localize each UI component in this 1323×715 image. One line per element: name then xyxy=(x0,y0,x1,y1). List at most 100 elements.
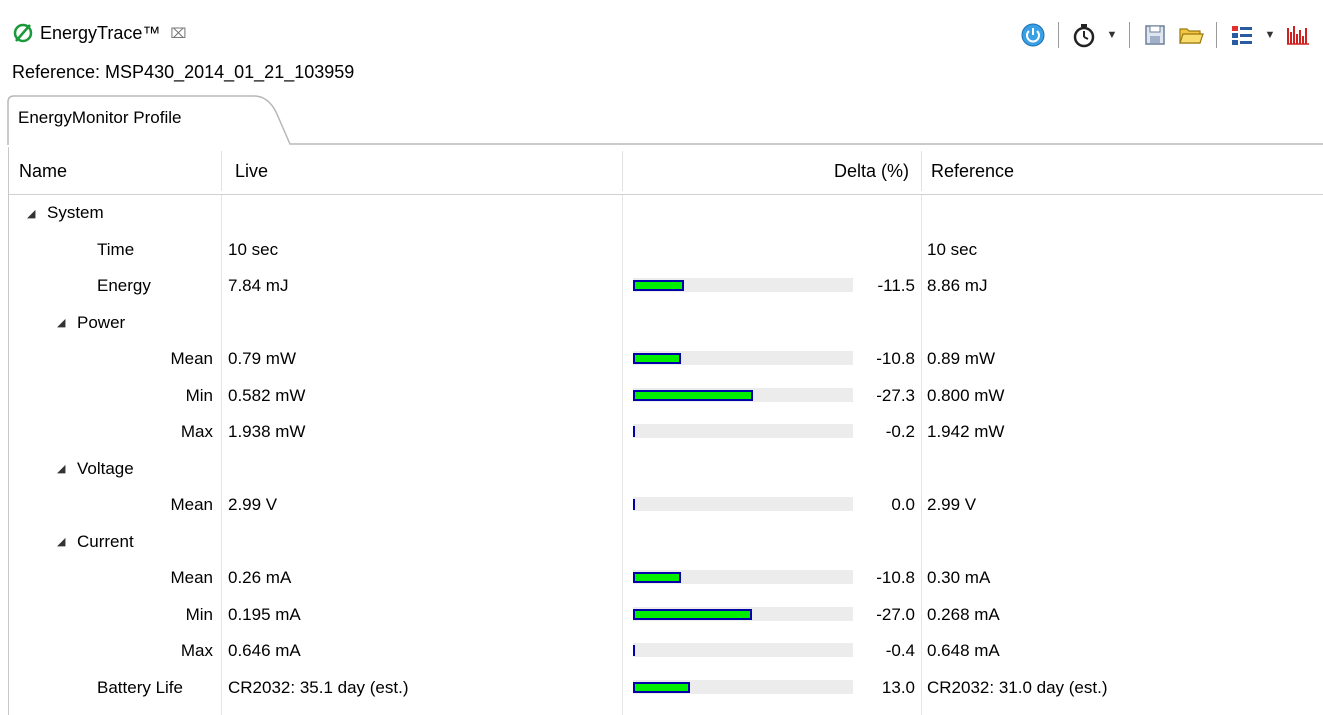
delta-value: -27.3 xyxy=(876,385,915,405)
table-row[interactable]: Min 0.195 mA -27.0 0.268 mA xyxy=(9,597,1323,634)
live-value: 1.938 mW xyxy=(228,422,306,441)
energytrace-view-tab[interactable]: EnergyTrace™ ⌧ xyxy=(12,20,187,46)
row-name-cell: Mean xyxy=(19,487,213,523)
toolbar-separator xyxy=(1129,22,1130,48)
stopwatch-icon xyxy=(1073,24,1095,48)
row-name: Mean xyxy=(170,495,213,514)
table-row[interactable]: Time 10 sec 10 sec xyxy=(9,232,1323,269)
delta-value: -0.4 xyxy=(885,641,915,660)
delta-bar-track xyxy=(633,570,853,584)
close-icon[interactable]: ⌧ xyxy=(170,25,186,42)
row-name-cell: Mean xyxy=(19,560,213,596)
table-row[interactable]: ◢ System xyxy=(9,195,1323,232)
reference-label: Reference: MSP430_2014_01_21_103959 xyxy=(12,62,355,82)
live-value: CR2032: 35.1 day (est.) xyxy=(228,677,409,697)
open-folder-icon xyxy=(1179,28,1204,44)
delta-value: 0.0 xyxy=(891,495,915,514)
tab-outline xyxy=(7,95,1323,145)
stopwatch-button[interactable] xyxy=(1069,20,1099,50)
row-name-cell: Max xyxy=(19,633,213,669)
energy-graph-icon xyxy=(1287,26,1309,45)
table-row[interactable]: Max 0.646 mA -0.4 0.648 mA xyxy=(9,633,1323,670)
delta-value: -27.0 xyxy=(876,604,915,624)
live-value: 2.99 V xyxy=(228,495,278,514)
table-row[interactable]: Max 1.938 mW -0.2 1.942 mW xyxy=(9,414,1323,451)
delta-value: -10.8 xyxy=(876,349,915,368)
delta-bar-track xyxy=(633,497,853,511)
delta-value: 13.0 xyxy=(881,677,915,697)
profile-table: Name Live Delta (%) Reference ◢ System Tim… xyxy=(8,147,1323,715)
live-value: 0.582 mW xyxy=(228,385,306,405)
row-name-cell: ◢ Voltage xyxy=(57,451,257,487)
table-row[interactable]: Mean 0.26 mA -10.8 0.30 mA xyxy=(9,560,1323,597)
energytrace-icon xyxy=(13,23,33,43)
table-row[interactable]: ◢ Voltage xyxy=(9,451,1323,488)
delta-bar-track xyxy=(633,278,853,292)
expand-toggle-icon[interactable]: ◢ xyxy=(57,316,69,329)
power-button[interactable] xyxy=(1018,20,1048,50)
table-row[interactable]: ◢ Current xyxy=(9,524,1323,561)
view-toolbar: ▼ ▼ xyxy=(1018,20,1313,50)
table-row[interactable]: Min 0.582 mW -27.3 0.800 mW xyxy=(9,378,1323,415)
row-name: Power xyxy=(77,312,126,332)
delta-value: -11.5 xyxy=(877,276,916,295)
delta-bar xyxy=(633,280,684,291)
energy-graph-button[interactable] xyxy=(1283,20,1313,50)
table-body: ◢ System Time 10 sec 10 sec Energy 7.84 mJ -11.… xyxy=(9,195,1323,715)
layout-button[interactable] xyxy=(1227,20,1257,50)
delta-bar xyxy=(633,426,635,437)
column-header-name[interactable]: Name xyxy=(19,147,219,195)
row-name: Current xyxy=(77,531,134,551)
column-header-live[interactable]: Live xyxy=(235,147,615,195)
live-value: 0.26 mA xyxy=(228,568,292,587)
row-name: Min xyxy=(185,604,213,624)
row-name: Energy xyxy=(97,276,151,295)
toolbar-separator xyxy=(1216,22,1217,48)
row-name-cell: ◢ Power xyxy=(57,305,257,341)
row-name: Battery Life xyxy=(97,677,183,697)
delta-bar xyxy=(633,389,753,401)
layout-dropdown[interactable]: ▼ xyxy=(1263,20,1277,50)
row-name: Max xyxy=(180,422,213,441)
delta-bar xyxy=(633,572,681,583)
delta-bar-track xyxy=(633,387,853,402)
reference-value: 0.30 mA xyxy=(927,568,991,587)
expand-toggle-icon[interactable]: ◢ xyxy=(27,207,39,220)
row-name: Max xyxy=(180,641,213,660)
table-header: Name Live Delta (%) Reference xyxy=(9,147,1323,195)
column-header-reference[interactable]: Reference xyxy=(931,147,1311,195)
live-value: 0.79 mW xyxy=(228,349,297,368)
live-value: 0.646 mA xyxy=(228,641,301,660)
table-row[interactable]: ◢ Power xyxy=(9,305,1323,342)
table-row[interactable]: Mean 2.99 V 0.0 2.99 V xyxy=(9,487,1323,524)
column-divider xyxy=(921,151,922,191)
reference-value: 0.800 mW xyxy=(927,385,1005,405)
expand-toggle-icon[interactable]: ◢ xyxy=(57,462,69,475)
row-name-cell: ◢ Current xyxy=(57,524,257,560)
save-icon xyxy=(1145,25,1165,45)
toolbar-separator xyxy=(1058,22,1059,48)
tab-label: EnergyMonitor Profile xyxy=(18,108,182,127)
stopwatch-dropdown[interactable]: ▼ xyxy=(1105,20,1119,50)
row-name-cell: Min xyxy=(19,597,213,633)
power-icon xyxy=(1021,23,1045,47)
table-row[interactable]: Battery Life CR2032: 35.1 day (est.) 13.0 C… xyxy=(9,670,1323,707)
reference-value: 8.86 mJ xyxy=(927,276,988,295)
table-row[interactable]: Energy 7.84 mJ -11.5 8.86 mJ xyxy=(9,268,1323,305)
layout-icon xyxy=(1232,26,1252,45)
table-row[interactable]: Mean 0.79 mW -10.8 0.89 mW xyxy=(9,341,1323,378)
save-button[interactable] xyxy=(1140,20,1170,50)
delta-value: -10.8 xyxy=(876,568,915,587)
open-button[interactable] xyxy=(1176,20,1206,50)
delta-value xyxy=(859,232,915,268)
column-divider xyxy=(622,151,623,191)
row-name: Time xyxy=(97,239,135,259)
row-name-cell: Min xyxy=(19,378,213,414)
delta-bar xyxy=(633,608,752,620)
reference-value: 0.89 mW xyxy=(927,349,996,368)
expand-toggle-icon[interactable]: ◢ xyxy=(57,535,69,548)
view-title-bar: EnergyTrace™ ⌧ ▼ ▼ xyxy=(0,0,1323,60)
reference-value: 0.648 mA xyxy=(927,641,1000,660)
column-header-delta[interactable]: Delta (%) xyxy=(629,147,909,195)
row-name-cell: Mean xyxy=(19,341,213,377)
